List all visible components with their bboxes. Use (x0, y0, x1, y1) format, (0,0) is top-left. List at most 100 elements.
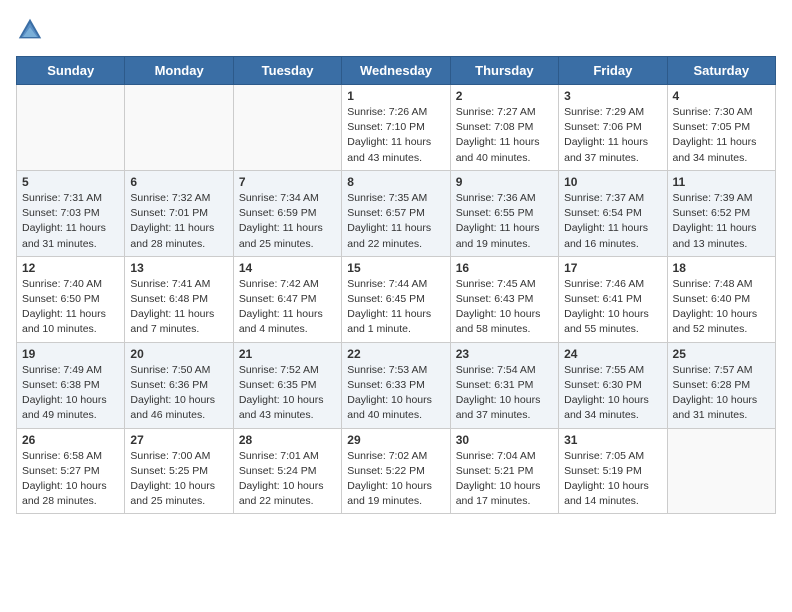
day-number: 27 (130, 433, 227, 447)
day-info: Sunrise: 7:34 AM Sunset: 6:59 PM Dayligh… (239, 191, 336, 252)
calendar-cell: 4 Sunrise: 7:30 AM Sunset: 7:05 PM Daylig… (667, 85, 775, 171)
calendar-cell: 21Sunrise: 7:52 AM Sunset: 6:35 PM Dayli… (233, 342, 341, 428)
day-number: 4 (673, 89, 770, 103)
day-info: Sunrise: 7:30 AM Sunset: 7:05 PM Dayligh… (673, 105, 770, 166)
calendar-week-row: 12Sunrise: 7:40 AM Sunset: 6:50 PM Dayli… (17, 256, 776, 342)
day-number: 26 (22, 433, 119, 447)
calendar-cell: 20 Sunrise: 7:50 AM Sunset: 6:36 PM Dayli… (125, 342, 233, 428)
day-header: Tuesday (233, 57, 341, 85)
calendar-cell: 31 Sunrise: 7:05 AM Sunset: 5:19 PM Dayli… (559, 428, 667, 514)
calendar-week-row: 5 Sunrise: 7:31 AM Sunset: 7:03 PM Daylig… (17, 170, 776, 256)
calendar-cell: 12Sunrise: 7:40 AM Sunset: 6:50 PM Dayli… (17, 256, 125, 342)
day-number: 6 (130, 175, 227, 189)
day-info: Sunrise: 7:04 AM Sunset: 5:21 PM Dayligh… (456, 449, 553, 510)
calendar-cell: 17 Sunrise: 7:46 AM Sunset: 6:41 PM Dayli… (559, 256, 667, 342)
day-number: 5 (22, 175, 119, 189)
calendar-cell: 23Sunrise: 7:54 AM Sunset: 6:31 PM Dayli… (450, 342, 558, 428)
day-info: Sunrise: 7:49 AM Sunset: 6:38 PM Dayligh… (22, 363, 119, 424)
day-number: 28 (239, 433, 336, 447)
calendar-cell: 13Sunrise: 7:41 AM Sunset: 6:48 PM Dayli… (125, 256, 233, 342)
page-header (16, 16, 776, 44)
day-info: Sunrise: 7:39 AM Sunset: 6:52 PM Dayligh… (673, 191, 770, 252)
day-header: Sunday (17, 57, 125, 85)
calendar-cell: 22 Sunrise: 7:53 AM Sunset: 6:33 PM Dayli… (342, 342, 450, 428)
day-info: Sunrise: 7:53 AM Sunset: 6:33 PM Dayligh… (347, 363, 444, 424)
day-info: Sunrise: 7:35 AM Sunset: 6:57 PM Dayligh… (347, 191, 444, 252)
day-info: Sunrise: 7:32 AM Sunset: 7:01 PM Dayligh… (130, 191, 227, 252)
day-header: Saturday (667, 57, 775, 85)
calendar-cell: 16 Sunrise: 7:45 AM Sunset: 6:43 PM Dayli… (450, 256, 558, 342)
day-number: 31 (564, 433, 661, 447)
day-info: Sunrise: 7:05 AM Sunset: 5:19 PM Dayligh… (564, 449, 661, 510)
day-info: Sunrise: 7:50 AM Sunset: 6:36 PM Dayligh… (130, 363, 227, 424)
calendar-cell: 5 Sunrise: 7:31 AM Sunset: 7:03 PM Daylig… (17, 170, 125, 256)
calendar-table: SundayMondayTuesdayWednesdayThursdayFrid… (16, 56, 776, 514)
day-number: 21 (239, 347, 336, 361)
calendar-cell: 27 Sunrise: 7:00 AM Sunset: 5:25 PM Dayli… (125, 428, 233, 514)
day-info: Sunrise: 7:57 AM Sunset: 6:28 PM Dayligh… (673, 363, 770, 424)
day-header: Friday (559, 57, 667, 85)
day-info: Sunrise: 7:42 AM Sunset: 6:47 PM Dayligh… (239, 277, 336, 338)
day-number: 22 (347, 347, 444, 361)
day-number: 13 (130, 261, 227, 275)
day-info: Sunrise: 7:00 AM Sunset: 5:25 PM Dayligh… (130, 449, 227, 510)
calendar-cell: 28 Sunrise: 7:01 AM Sunset: 5:24 PM Dayli… (233, 428, 341, 514)
calendar-cell: 14 Sunrise: 7:42 AM Sunset: 6:47 PM Dayli… (233, 256, 341, 342)
day-number: 20 (130, 347, 227, 361)
day-header: Monday (125, 57, 233, 85)
calendar-cell (667, 428, 775, 514)
day-info: Sunrise: 7:26 AM Sunset: 7:10 PM Dayligh… (347, 105, 444, 166)
day-info: Sunrise: 7:01 AM Sunset: 5:24 PM Dayligh… (239, 449, 336, 510)
calendar-cell: 3 Sunrise: 7:29 AM Sunset: 7:06 PM Daylig… (559, 85, 667, 171)
day-number: 8 (347, 175, 444, 189)
day-info: Sunrise: 7:45 AM Sunset: 6:43 PM Dayligh… (456, 277, 553, 338)
calendar-cell: 25 Sunrise: 7:57 AM Sunset: 6:28 PM Dayli… (667, 342, 775, 428)
day-number: 19 (22, 347, 119, 361)
day-number: 1 (347, 89, 444, 103)
day-number: 2 (456, 89, 553, 103)
calendar-header-row: SundayMondayTuesdayWednesdayThursdayFrid… (17, 57, 776, 85)
day-info: Sunrise: 7:37 AM Sunset: 6:54 PM Dayligh… (564, 191, 661, 252)
calendar-cell: 19 Sunrise: 7:49 AM Sunset: 6:38 PM Dayli… (17, 342, 125, 428)
calendar-week-row: 26 Sunrise: 6:58 AM Sunset: 5:27 PM Dayli… (17, 428, 776, 514)
day-number: 30 (456, 433, 553, 447)
day-number: 24 (564, 347, 661, 361)
calendar-cell: 2 Sunrise: 7:27 AM Sunset: 7:08 PM Daylig… (450, 85, 558, 171)
day-number: 12 (22, 261, 119, 275)
day-info: Sunrise: 7:44 AM Sunset: 6:45 PM Dayligh… (347, 277, 444, 338)
day-info: Sunrise: 7:46 AM Sunset: 6:41 PM Dayligh… (564, 277, 661, 338)
calendar-cell: 26 Sunrise: 6:58 AM Sunset: 5:27 PM Dayli… (17, 428, 125, 514)
day-info: Sunrise: 7:31 AM Sunset: 7:03 PM Dayligh… (22, 191, 119, 252)
calendar-cell: 7Sunrise: 7:34 AM Sunset: 6:59 PM Daylig… (233, 170, 341, 256)
calendar-cell: 29 Sunrise: 7:02 AM Sunset: 5:22 PM Dayli… (342, 428, 450, 514)
day-number: 17 (564, 261, 661, 275)
calendar-cell: 8 Sunrise: 7:35 AM Sunset: 6:57 PM Daylig… (342, 170, 450, 256)
day-header: Thursday (450, 57, 558, 85)
day-number: 29 (347, 433, 444, 447)
calendar-cell (17, 85, 125, 171)
day-info: Sunrise: 7:36 AM Sunset: 6:55 PM Dayligh… (456, 191, 553, 252)
day-number: 23 (456, 347, 553, 361)
calendar-cell: 15Sunrise: 7:44 AM Sunset: 6:45 PM Dayli… (342, 256, 450, 342)
day-info: Sunrise: 7:55 AM Sunset: 6:30 PM Dayligh… (564, 363, 661, 424)
day-number: 3 (564, 89, 661, 103)
day-number: 18 (673, 261, 770, 275)
day-number: 16 (456, 261, 553, 275)
day-info: Sunrise: 7:29 AM Sunset: 7:06 PM Dayligh… (564, 105, 661, 166)
day-number: 25 (673, 347, 770, 361)
calendar-cell: 10Sunrise: 7:37 AM Sunset: 6:54 PM Dayli… (559, 170, 667, 256)
day-info: Sunrise: 7:02 AM Sunset: 5:22 PM Dayligh… (347, 449, 444, 510)
day-info: Sunrise: 6:58 AM Sunset: 5:27 PM Dayligh… (22, 449, 119, 510)
calendar-cell: 30 Sunrise: 7:04 AM Sunset: 5:21 PM Dayli… (450, 428, 558, 514)
day-info: Sunrise: 7:27 AM Sunset: 7:08 PM Dayligh… (456, 105, 553, 166)
calendar-week-row: 19 Sunrise: 7:49 AM Sunset: 6:38 PM Dayli… (17, 342, 776, 428)
calendar-cell: 18 Sunrise: 7:48 AM Sunset: 6:40 PM Dayli… (667, 256, 775, 342)
day-number: 11 (673, 175, 770, 189)
day-number: 14 (239, 261, 336, 275)
logo (16, 16, 48, 44)
calendar-cell: 6 Sunrise: 7:32 AM Sunset: 7:01 PM Daylig… (125, 170, 233, 256)
day-info: Sunrise: 7:48 AM Sunset: 6:40 PM Dayligh… (673, 277, 770, 338)
day-header: Wednesday (342, 57, 450, 85)
calendar-cell: 9Sunrise: 7:36 AM Sunset: 6:55 PM Daylig… (450, 170, 558, 256)
calendar-cell: 1 Sunrise: 7:26 AM Sunset: 7:10 PM Daylig… (342, 85, 450, 171)
